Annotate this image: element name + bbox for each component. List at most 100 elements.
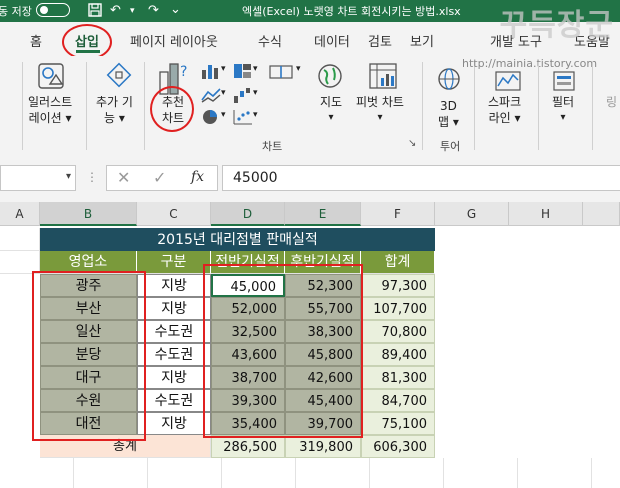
type-cell[interactable]: 수도권 (137, 389, 211, 412)
undo-icon[interactable]: ↶ (110, 3, 121, 18)
header-type[interactable]: 구분 (137, 251, 211, 274)
ribbon-separator (592, 62, 593, 150)
sum-cell[interactable]: 84,700 (361, 389, 435, 412)
formula-bar: ▾ ⋮ ✕ ✓ fx 45000 (0, 156, 620, 202)
ribbon-separator (144, 62, 145, 150)
header-sum[interactable]: 합계 (361, 251, 435, 274)
type-cell[interactable]: 지방 (137, 366, 211, 389)
3d-map-label-1: 3D (440, 99, 457, 113)
worksheet-grid[interactable]: A B C D E F G H A 2015년 대리점별 판매실적 영업소 구분… (0, 202, 620, 488)
table-title[interactable]: 2015년 대리점별 판매실적 (40, 228, 435, 251)
filter-label: 필터 (552, 95, 575, 109)
hierarchy-chart-icon[interactable] (232, 62, 254, 80)
sum-cell[interactable]: 89,400 (361, 343, 435, 366)
insert-tab-highlight (62, 24, 112, 60)
column-header-b[interactable]: B (40, 202, 137, 226)
watermark-url: http://mainia.tistory.com (462, 57, 598, 70)
tab-review[interactable]: 검토 (368, 31, 392, 50)
link-button[interactable]: 링 (606, 94, 617, 110)
column-header-h[interactable]: H (509, 202, 583, 226)
formula-tools: ✕ ✓ fx (106, 165, 218, 191)
pie-chart-icon[interactable] (200, 108, 222, 126)
3d-map-label-2: 맵 ▾ (438, 115, 459, 129)
column-header-next[interactable] (583, 202, 620, 226)
addins-icon[interactable] (106, 62, 132, 88)
tab-home[interactable]: 홈 (30, 31, 42, 50)
stat-chart-dropdown-icon[interactable]: ▾ (296, 64, 301, 74)
pivot-chart-button[interactable]: 피벗 차트 ▾ (356, 94, 404, 126)
pivot-chart-dropdown: ▾ (377, 112, 383, 123)
type-cell[interactable]: 수도권 (137, 320, 211, 343)
illustrations-icon[interactable] (36, 62, 66, 90)
column-header-c[interactable]: C (137, 202, 211, 226)
3d-map-icon[interactable] (436, 66, 462, 92)
enter-icon[interactable]: ✓ (153, 168, 166, 187)
pivot-chart-icon[interactable] (368, 62, 398, 90)
column-header-f[interactable]: F (361, 202, 435, 226)
formula-input[interactable]: 45000 (222, 165, 620, 191)
scatter-chart-icon[interactable] (232, 108, 254, 126)
addins-label-1: 추가 기 (96, 95, 133, 109)
pivot-chart-label: 피벗 차트 (356, 95, 404, 109)
tab-view[interactable]: 보기 (410, 31, 434, 50)
illustrations-button[interactable]: 일러스트 레이션 ▾ (28, 94, 72, 126)
sum-cell[interactable]: 107,700 (361, 297, 435, 320)
column-header-g[interactable]: G (435, 202, 509, 226)
type-cell[interactable]: 지방 (137, 297, 211, 320)
waterfall-chart-dropdown-icon[interactable]: ▾ (253, 88, 258, 98)
filter-button[interactable]: 필터 ▾ (552, 94, 574, 126)
sum-cell[interactable]: 75,100 (361, 412, 435, 435)
total-second-half[interactable]: 319,800 (285, 435, 361, 458)
illustrations-label-1: 일러스트 (28, 95, 73, 109)
undo-dropdown-icon[interactable]: ▾ (130, 6, 135, 16)
tab-data[interactable]: 데이터 (314, 31, 350, 50)
total-first-half[interactable]: 286,500 (211, 435, 285, 458)
scatter-chart-dropdown-icon[interactable]: ▾ (253, 110, 258, 120)
filter-dropdown: ▾ (560, 112, 566, 123)
column-header-e[interactable]: E (285, 202, 361, 226)
ribbon-separator (538, 62, 539, 150)
sum-cell[interactable]: 81,300 (361, 366, 435, 389)
save-icon[interactable] (88, 3, 102, 17)
sparkline-icon[interactable] (494, 70, 522, 92)
type-cell[interactable]: 지방 (137, 274, 211, 297)
sparkline-button[interactable]: 스파크 라인 ▾ (488, 94, 521, 126)
addins-button[interactable]: 추가 기 능 ▾ (96, 94, 133, 126)
hierarchy-chart-dropdown-icon[interactable]: ▾ (253, 64, 258, 74)
column-header-a[interactable]: A (0, 202, 40, 226)
pie-chart-dropdown-icon[interactable]: ▾ (221, 110, 226, 120)
column-chart-dropdown-icon[interactable]: ▾ (221, 64, 226, 74)
name-box-dropdown-icon[interactable]: ▾ (66, 171, 71, 182)
type-cell[interactable]: 수도권 (137, 343, 211, 366)
customize-toolbar-icon[interactable]: ⌄ (170, 2, 181, 17)
autosave-toggle[interactable] (36, 3, 70, 17)
maps-icon[interactable] (316, 62, 344, 90)
sum-cell[interactable]: 97,300 (361, 274, 435, 297)
chart-dialog-launcher-icon[interactable]: ↘ (408, 138, 416, 149)
sheet-row: 2015년 대리점별 판매실적 (0, 228, 620, 251)
column-header-d[interactable]: D (211, 202, 285, 226)
sum-cell[interactable]: 70,800 (361, 320, 435, 343)
cancel-icon[interactable]: ✕ (117, 168, 130, 187)
insert-function-icon[interactable]: fx (191, 169, 204, 185)
waterfall-chart-icon[interactable] (232, 86, 254, 104)
type-cell[interactable]: 지방 (137, 412, 211, 435)
total-sum[interactable]: 606,300 (361, 435, 435, 458)
redo-icon[interactable]: ↷ (148, 3, 159, 18)
svg-text:?: ? (180, 64, 187, 80)
name-box[interactable]: ▾ (0, 165, 76, 191)
maps-label: 지도 (320, 95, 343, 109)
tab-formulas[interactable]: 수식 (258, 31, 282, 50)
stat-chart-icon[interactable] (268, 62, 298, 80)
line-chart-icon[interactable] (200, 86, 222, 104)
3d-map-button[interactable]: 3D 맵 ▾ (438, 98, 459, 130)
autosave-label: 동 저장 (0, 5, 32, 18)
line-chart-dropdown-icon[interactable]: ▾ (221, 88, 226, 98)
slicer-icon[interactable] (552, 70, 576, 92)
tab-page-layout[interactable]: 페이지 레이아웃 (130, 31, 218, 50)
ribbon-separator (86, 62, 87, 150)
column-chart-icon[interactable] (200, 62, 222, 80)
group-chart-label: 차트 (262, 140, 283, 153)
maps-button[interactable]: 지도 ▾ (320, 94, 342, 126)
branch-column-highlight (32, 271, 146, 441)
